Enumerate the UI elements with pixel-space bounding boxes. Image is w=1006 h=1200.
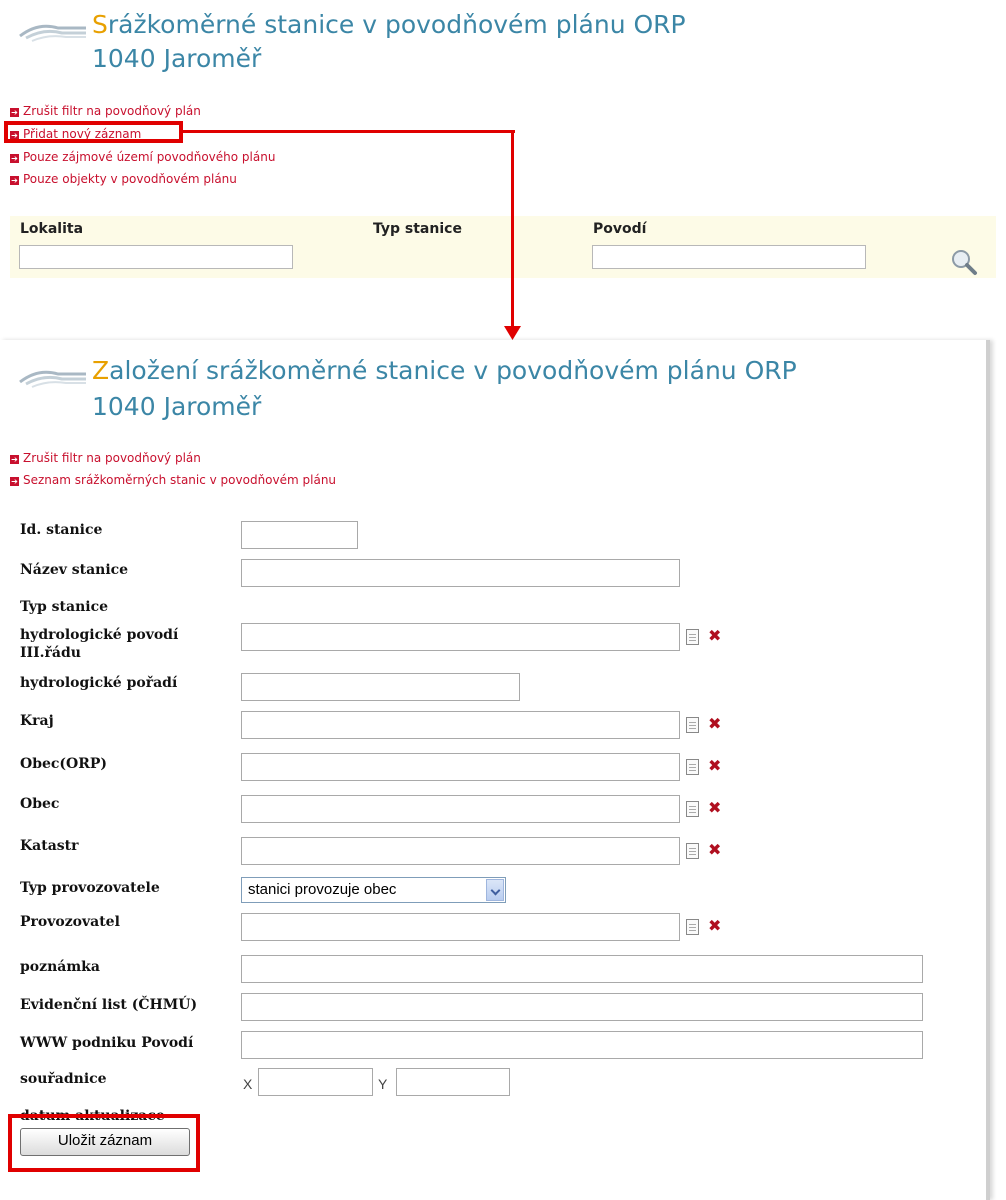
label-www-povodi: WWW podniku Povodí	[20, 1035, 194, 1051]
label-nazev-stanice: Název stanice	[20, 562, 129, 578]
input-katastr[interactable]	[241, 837, 680, 865]
input-poznamka[interactable]	[241, 955, 923, 983]
filter-label-typ-stanice: Typ stanice	[373, 221, 462, 237]
link-area-only[interactable]: ➔ Pouze zájmové území povodňového plánu	[10, 150, 275, 164]
form-title: Založení srážkoměrné stanice v povodňové…	[92, 356, 797, 385]
input-id-stanice[interactable]	[241, 521, 358, 549]
select-typ-provozovatele[interactable]: stanici provozuje obec	[241, 877, 506, 903]
label-poznamka: poznámka	[20, 959, 100, 975]
input-obec[interactable]	[241, 795, 680, 823]
label-evidencni-list: Evidenční list (ČHMÚ)	[20, 997, 198, 1013]
link-label: Pouze objekty v povodňovém plánu	[23, 172, 237, 186]
form-title-initial: Z	[92, 356, 110, 385]
select-list-icon[interactable]	[686, 801, 699, 817]
save-button[interactable]: Uložit záznam	[20, 1128, 190, 1156]
arrow-down-icon	[504, 326, 521, 340]
label-katastr: Katastr	[20, 838, 79, 854]
arrow-right-icon: ➔	[10, 455, 19, 464]
clear-icon[interactable]: ✖	[708, 756, 721, 775]
page-title-rest: rážkoměrné stanice v povodňovém plánu OR…	[107, 10, 686, 39]
clear-icon[interactable]: ✖	[708, 840, 721, 859]
arrow-right-icon: ➔	[10, 154, 19, 163]
select-list-icon[interactable]	[686, 843, 699, 859]
link-cancel-filter-form[interactable]: ➔ Zrušit filtr na povodňový plán	[10, 451, 201, 465]
label-hydro-poradi: hydrologické pořadí	[20, 675, 178, 691]
input-evidencni-list[interactable]	[241, 993, 923, 1021]
label-souradnice: souřadnice	[20, 1071, 107, 1087]
filter-label-povodi: Povodí	[593, 221, 647, 237]
page-title-initial: S	[92, 10, 108, 39]
label-provozovatel: Provozovatel	[20, 914, 120, 930]
input-nazev-stanice[interactable]	[241, 559, 680, 587]
filter-label-lokalita: Lokalita	[20, 221, 84, 237]
page-title: Srážkoměrné stanice v povodňovém plánu O…	[92, 10, 686, 39]
input-provozovatel[interactable]	[241, 913, 680, 941]
coord-y-label: Y	[378, 1076, 388, 1092]
app-logo-icon	[19, 24, 86, 42]
label-datum-aktualizace: datum aktualizace	[20, 1108, 165, 1124]
link-add-record[interactable]: ➔ Přidat nový záznam	[10, 127, 141, 141]
arrow-right-icon: ➔	[10, 108, 19, 117]
select-list-icon[interactable]	[686, 759, 699, 775]
arrow-right-icon: ➔	[10, 131, 19, 140]
clear-icon[interactable]: ✖	[708, 916, 721, 935]
connector-horizontal	[183, 130, 515, 133]
input-www-povodi[interactable]	[241, 1031, 923, 1059]
link-label: Přidat nový záznam	[23, 127, 142, 141]
link-label: Pouze zájmové území povodňového plánu	[23, 150, 276, 164]
clear-icon[interactable]: ✖	[708, 714, 721, 733]
label-id-stanice: Id. stanice	[20, 522, 103, 538]
input-coord-x[interactable]	[258, 1068, 373, 1096]
app-logo-icon	[19, 370, 86, 388]
link-station-list[interactable]: ➔ Seznam srážkoměrných stanic v povodňové…	[10, 473, 336, 487]
form-title-rest: aložení srážkoměrné stanice v povodňovém…	[109, 356, 797, 385]
select-value: stanici provozuje obec	[248, 881, 397, 898]
filter-input-povodi[interactable]	[592, 245, 866, 269]
label-typ-provozovatele: Typ provozovatele	[20, 880, 160, 896]
clear-icon[interactable]: ✖	[708, 626, 721, 645]
arrow-right-icon: ➔	[10, 176, 19, 185]
filter-input-lokalita[interactable]	[19, 245, 293, 269]
link-label: Zrušit filtr na povodňový plán	[23, 451, 201, 465]
arrow-right-icon: ➔	[10, 477, 19, 486]
link-label: Seznam srážkoměrných stanic v povodňovém…	[23, 473, 337, 487]
select-list-icon[interactable]	[686, 629, 699, 645]
page-subtitle: 1040 Jaroměř	[92, 44, 262, 73]
select-list-icon[interactable]	[686, 717, 699, 733]
input-hydro-povodi[interactable]	[241, 623, 680, 651]
input-coord-y[interactable]	[396, 1068, 510, 1096]
chevron-down-icon[interactable]	[486, 879, 504, 901]
link-label: Zrušit filtr na povodňový plán	[23, 104, 201, 118]
clear-icon[interactable]: ✖	[708, 798, 721, 817]
label-typ-stanice: Typ stanice	[20, 599, 109, 615]
label-obec: Obec	[20, 796, 60, 812]
input-hydro-poradi[interactable]	[241, 673, 520, 701]
select-list-icon[interactable]	[686, 919, 699, 935]
label-kraj: Kraj	[20, 713, 54, 729]
form-subtitle: 1040 Jaroměř	[92, 392, 262, 421]
input-kraj[interactable]	[241, 711, 680, 739]
search-icon[interactable]	[950, 248, 978, 276]
label-obec-orp: Obec(ORP)	[20, 756, 108, 772]
connector-vertical	[511, 130, 514, 330]
coord-x-label: X	[243, 1076, 253, 1092]
link-cancel-filter[interactable]: ➔ Zrušit filtr na povodňový plán	[10, 104, 201, 118]
label-hydro-povodi: hydrologické povodí III.řádu	[20, 627, 179, 661]
link-objects-only[interactable]: ➔ Pouze objekty v povodňovém plánu	[10, 172, 237, 186]
input-obec-orp[interactable]	[241, 753, 680, 781]
